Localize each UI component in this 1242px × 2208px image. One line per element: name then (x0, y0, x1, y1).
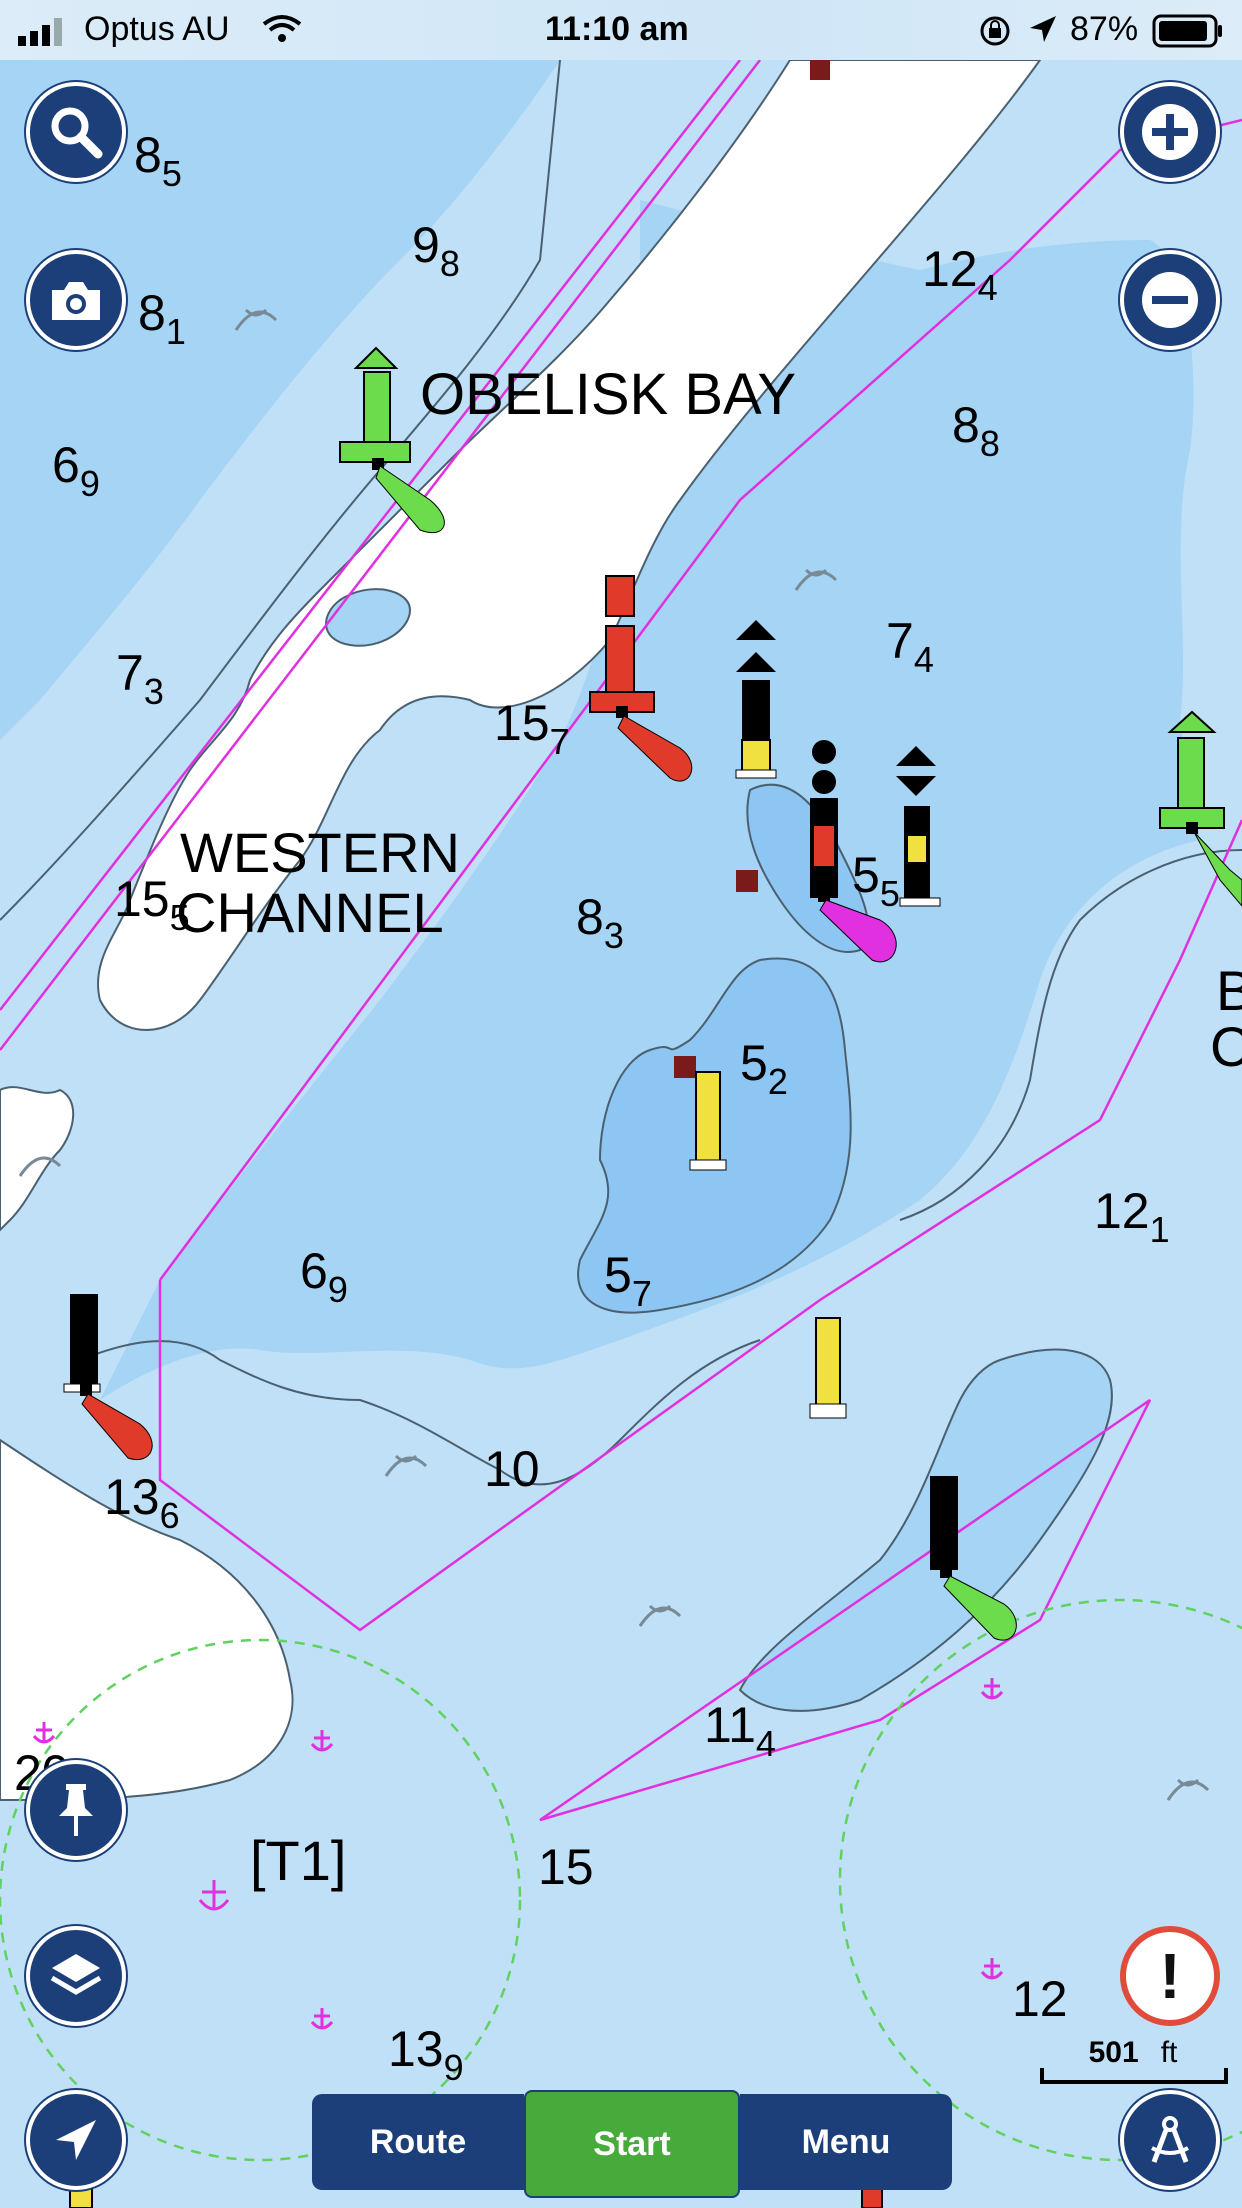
menu-button[interactable]: Menu (740, 2094, 952, 2190)
place-label-western-line1: WESTERN (180, 821, 460, 884)
scale-line (1040, 2068, 1228, 2084)
locate-me-button[interactable] (26, 2090, 126, 2190)
place-label-western-line2: CHANNEL (176, 881, 444, 944)
search-button[interactable] (26, 82, 126, 182)
place-label-obelisk-bay: OBELISK BAY (420, 362, 796, 427)
status-bar: Optus AU 11:10 am 87% (0, 0, 1242, 60)
yellow-special-mark-buoy[interactable] (689, 1071, 727, 1171)
route-button[interactable]: Route (312, 2094, 524, 2190)
zoom-in-button[interactable] (1120, 82, 1220, 182)
compass-icon (1151, 2116, 1189, 2163)
status-time: 11:10 am (545, 10, 689, 48)
start-button[interactable]: Start (524, 2090, 740, 2198)
carrier-name: Optus AU (84, 10, 230, 48)
battery-percentage: 87% (1070, 10, 1139, 48)
zoom-out-button[interactable] (1120, 250, 1220, 350)
search-icon (51, 107, 103, 159)
layers-icon (50, 1954, 102, 1995)
alerts-button[interactable]: ! (1120, 1926, 1220, 2026)
navigation-arrow-icon (56, 2120, 96, 2160)
minus-icon (1142, 272, 1198, 328)
camera-icon (52, 282, 100, 320)
scale-label: 501 ft (1040, 2036, 1226, 2070)
battery-icon (1152, 14, 1222, 48)
nautical-chart-map[interactable]: 8598 1248188697473157155 83555212169 571013… (0, 0, 1242, 2208)
depth-sounding: 12 (1012, 1971, 1068, 2027)
place-label-edge-b: B (1216, 959, 1242, 1022)
cellular-signal-icon (18, 18, 62, 46)
map-scale-bar: 501 ft (1040, 2036, 1228, 2084)
wifi-icon (262, 15, 302, 42)
scale-unit: ft (1160, 2036, 1178, 2069)
place-label-t1: [T1] (250, 1829, 346, 1892)
alert-exclamation-icon: ! (1159, 1940, 1181, 2012)
camera-button[interactable] (26, 250, 126, 350)
compass-mode-button[interactable] (1120, 2090, 1220, 2190)
plus-icon (1142, 104, 1198, 160)
depth-sounding: 10 (484, 1441, 540, 1497)
layers-button[interactable] (26, 1926, 126, 2026)
yellow-special-mark-buoy-south[interactable] (809, 1317, 847, 1419)
drop-pin-button[interactable] (26, 1760, 126, 1860)
place-label-edge-c: C (1210, 1015, 1242, 1078)
location-arrow-icon (1030, 16, 1056, 42)
orientation-lock-icon (980, 16, 1010, 46)
pushpin-icon (59, 1784, 93, 1836)
scale-value: 501 (1088, 2036, 1139, 2069)
depth-sounding: 15 (538, 1839, 594, 1895)
bottom-action-bar: Route Start Menu (312, 2090, 952, 2198)
